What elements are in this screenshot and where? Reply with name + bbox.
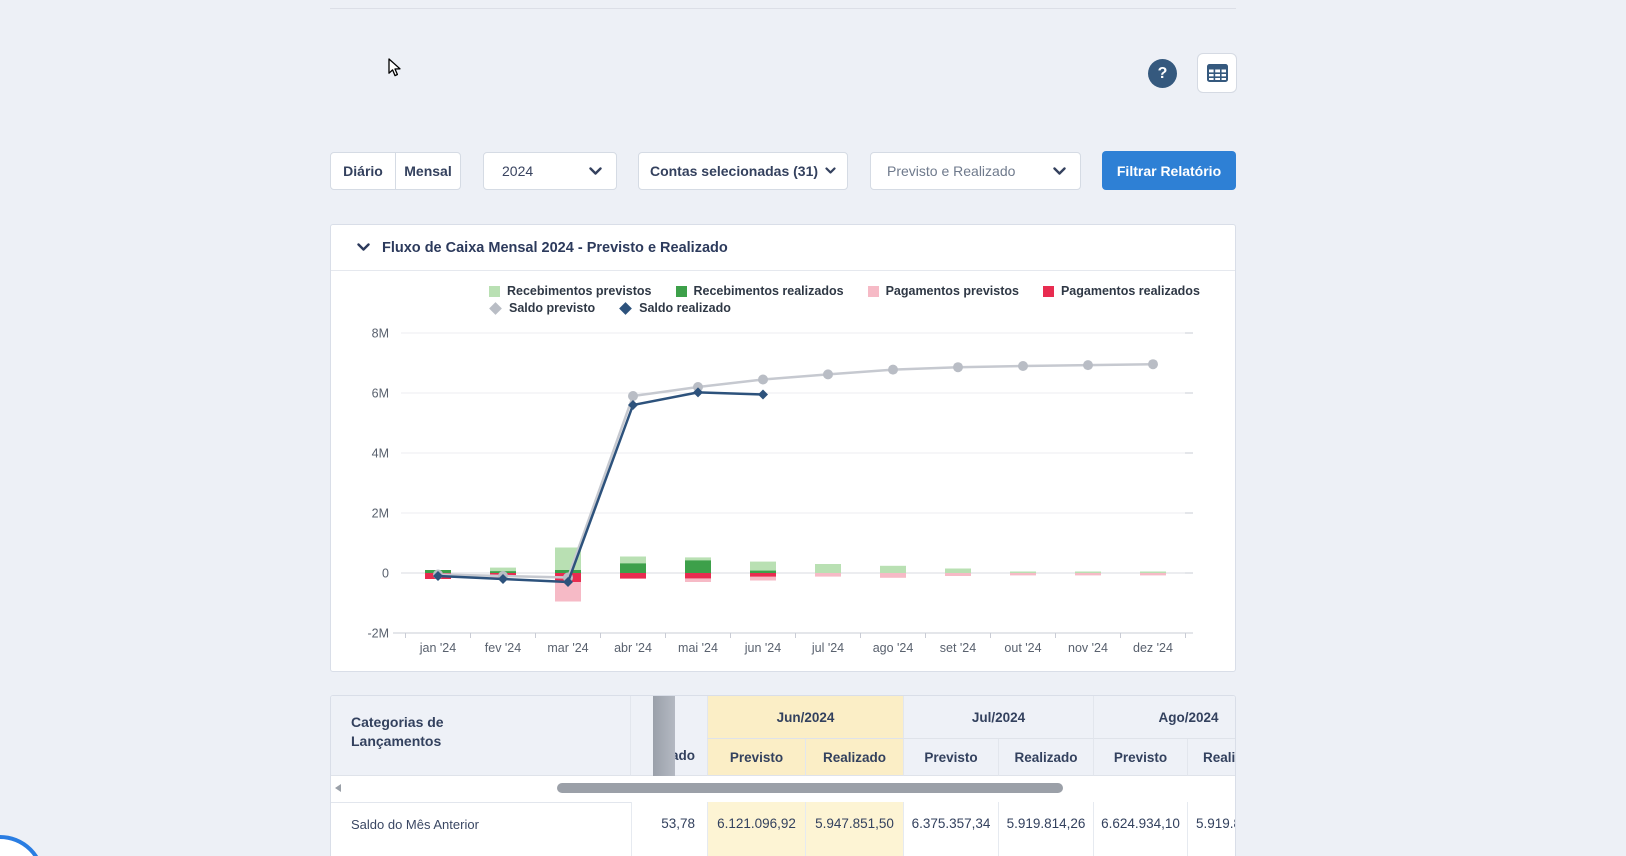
svg-text:ago '24: ago '24 bbox=[873, 641, 914, 655]
cash-flow-chart: Recebimentos previstos Recebimentos real… bbox=[331, 271, 1235, 671]
chevron-down-icon bbox=[589, 166, 602, 176]
cell-jun-previsto: 6.121.096,92 bbox=[707, 802, 805, 856]
subheader-jul-previsto: Previsto bbox=[903, 739, 998, 776]
view-toggle-monthly[interactable]: Mensal bbox=[395, 152, 461, 190]
cell-ago-previsto: 6.624.934,10 bbox=[1093, 802, 1187, 856]
cell-ago-realizado: 5.919.814 bbox=[1187, 802, 1235, 856]
table-group-jun-2024: Jun/2024 bbox=[707, 696, 903, 739]
filter-report-button[interactable]: Filtrar Relatório bbox=[1102, 151, 1236, 190]
svg-text:0: 0 bbox=[382, 567, 389, 581]
frozen-column-shadow bbox=[653, 696, 675, 776]
report-mode-value: Previsto e Realizado bbox=[887, 163, 1016, 179]
cell-jul-previsto: 6.375.357,34 bbox=[903, 802, 998, 856]
svg-text:4M: 4M bbox=[372, 447, 389, 461]
table-view-button[interactable] bbox=[1197, 53, 1237, 93]
horizontal-scrollbar-thumb[interactable] bbox=[557, 783, 1063, 793]
chart-plot-area: 8M 6M 4M 2M 0 -2M jan '24 fev '24 mar '24 abr '24… bbox=[367, 327, 1193, 655]
report-mode-select[interactable]: Previsto e Realizado bbox=[870, 152, 1081, 190]
svg-text:set '24: set '24 bbox=[940, 641, 976, 655]
accounts-select[interactable]: Contas selecionadas (31) bbox=[638, 152, 848, 190]
cell-jun-realizado: 5.947.851,50 bbox=[805, 802, 903, 856]
svg-text:jan '24: jan '24 bbox=[419, 641, 456, 655]
table-group-jul-2024: Jul/2024 bbox=[903, 696, 1093, 739]
scroll-left-arrow-icon[interactable] bbox=[335, 784, 341, 792]
year-select-value: 2024 bbox=[502, 163, 534, 179]
svg-text:mai '24: mai '24 bbox=[678, 641, 718, 655]
categories-table-card: Categorias de Lançamentos ado Jun/2024 J… bbox=[330, 695, 1236, 856]
subheader-ago-realizado: Realizado bbox=[1187, 739, 1235, 776]
table-corner-header: Categorias de Lançamentos bbox=[331, 696, 631, 776]
svg-text:fev '24: fev '24 bbox=[485, 641, 521, 655]
chevron-down-icon bbox=[825, 167, 836, 175]
svg-text:abr '24: abr '24 bbox=[614, 641, 652, 655]
floating-action-button-partial[interactable] bbox=[0, 835, 45, 856]
svg-text:out '24: out '24 bbox=[1004, 641, 1041, 655]
chart-title: Fluxo de Caixa Mensal 2024 - Previsto e … bbox=[382, 239, 728, 256]
subheader-jun-previsto: Previsto bbox=[707, 739, 805, 776]
view-toggle-daily[interactable]: Diário bbox=[330, 152, 396, 190]
chevron-down-icon bbox=[1053, 166, 1066, 176]
chart-card-header: Fluxo de Caixa Mensal 2024 - Previsto e … bbox=[331, 225, 1235, 271]
svg-text:mar '24: mar '24 bbox=[547, 641, 588, 655]
subheader-jul-realizado: Realizado bbox=[998, 739, 1093, 776]
svg-text:6M: 6M bbox=[372, 387, 389, 401]
top-divider bbox=[330, 8, 1236, 9]
collapse-chevron-icon[interactable] bbox=[357, 243, 370, 252]
subheader-jun-realizado: Realizado bbox=[805, 739, 903, 776]
year-select[interactable]: 2024 bbox=[483, 152, 617, 190]
mouse-cursor bbox=[388, 58, 402, 83]
cell-jul-realizado: 5.919.814,26 bbox=[998, 802, 1093, 856]
table-grid-icon bbox=[1206, 64, 1228, 82]
svg-text:jul '24: jul '24 bbox=[811, 641, 844, 655]
table-group-ago-2024: Ago/2024 bbox=[1093, 696, 1235, 739]
table-row-label: Saldo do Mês Anterior bbox=[331, 802, 631, 856]
svg-text:2M: 2M bbox=[372, 507, 389, 521]
svg-text:jun '24: jun '24 bbox=[744, 641, 781, 655]
help-button[interactable]: ? bbox=[1148, 59, 1177, 88]
svg-text:8M: 8M bbox=[372, 327, 389, 341]
svg-text:dez '24: dez '24 bbox=[1133, 641, 1173, 655]
cell-partial-value: 53,78 bbox=[631, 802, 707, 856]
svg-text:-2M: -2M bbox=[367, 627, 389, 641]
accounts-select-value: Contas selecionadas (31) bbox=[649, 163, 819, 179]
svg-text:nov '24: nov '24 bbox=[1068, 641, 1108, 655]
subheader-ago-previsto: Previsto bbox=[1093, 739, 1187, 776]
cash-flow-chart-card: Fluxo de Caixa Mensal 2024 - Previsto e … bbox=[330, 224, 1236, 672]
